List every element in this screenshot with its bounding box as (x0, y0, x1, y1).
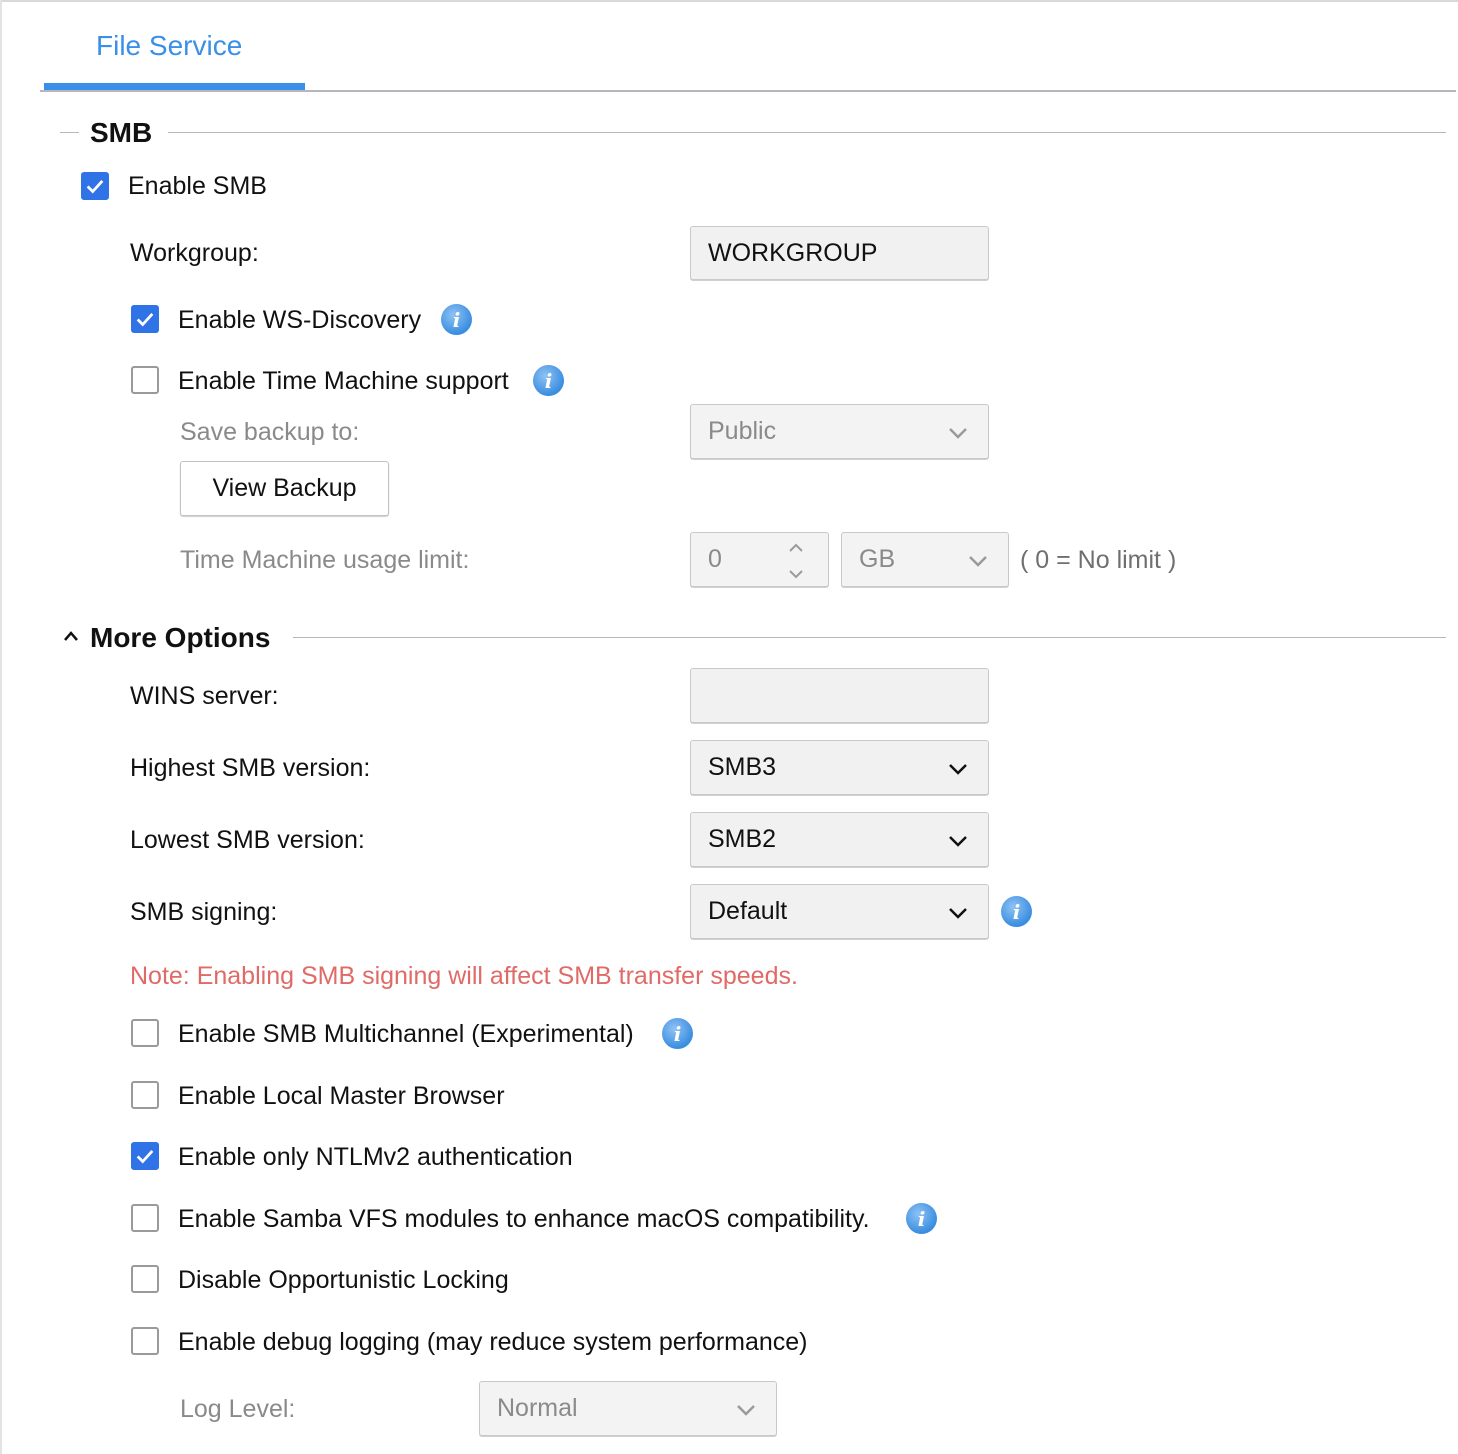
ntlmv2-label: Enable only NTLMv2 authentication (178, 1143, 573, 1171)
spinner-up-icon[interactable] (788, 543, 804, 553)
tab-file-service[interactable]: File Service (96, 30, 242, 62)
smb-multichannel-checkbox[interactable] (131, 1019, 159, 1047)
local-master-browser-checkbox[interactable] (131, 1081, 159, 1109)
lowest-smb-label: Lowest SMB version: (130, 826, 365, 854)
chevron-up-icon[interactable] (63, 630, 79, 642)
usage-limit-label: Time Machine usage limit: (180, 546, 470, 574)
enable-smb-checkbox[interactable] (81, 172, 109, 200)
ws-discovery-label: Enable WS-Discovery (178, 306, 422, 334)
tab-divider (40, 90, 1456, 92)
info-icon[interactable]: i (441, 304, 472, 335)
save-backup-label: Save backup to: (180, 418, 360, 446)
workgroup-label: Workgroup: (130, 239, 259, 267)
ws-discovery-checkbox[interactable] (131, 305, 159, 333)
section-rule-right (293, 637, 1446, 638)
local-master-browser-label: Enable Local Master Browser (178, 1082, 505, 1110)
opportunistic-locking-checkbox[interactable] (131, 1265, 159, 1293)
debug-logging-label: Enable debug logging (may reduce system … (178, 1328, 808, 1356)
opportunistic-locking-label: Disable Opportunistic Locking (178, 1266, 509, 1294)
info-icon[interactable]: i (533, 365, 564, 396)
samba-vfs-checkbox[interactable] (131, 1204, 159, 1232)
info-icon[interactable]: i (906, 1203, 937, 1234)
section-rule-right (168, 132, 1446, 133)
smb-section-title: SMB (90, 117, 153, 148)
view-backup-button[interactable]: View Backup (180, 461, 389, 516)
chevron-down-icon (949, 763, 967, 775)
usage-unit-value: GB (859, 545, 896, 573)
log-level-select[interactable]: Normal (479, 1381, 777, 1436)
checkmark-icon (136, 1150, 154, 1164)
save-backup-value: Public (708, 417, 777, 445)
highest-smb-label: Highest SMB version: (130, 754, 371, 782)
ntlmv2-checkbox[interactable] (131, 1142, 159, 1170)
checkmark-icon (136, 313, 154, 327)
time-machine-checkbox[interactable] (131, 366, 159, 394)
smb-signing-select[interactable]: Default (690, 884, 989, 939)
highest-smb-value: SMB3 (708, 753, 777, 781)
time-machine-label: Enable Time Machine support (178, 367, 509, 395)
highest-smb-select[interactable]: SMB3 (690, 740, 989, 795)
info-icon[interactable]: i (1001, 896, 1032, 927)
usage-limit-value: 0 (708, 545, 722, 573)
log-level-label: Log Level: (180, 1395, 296, 1423)
usage-limit-stepper[interactable]: 0 (690, 532, 829, 587)
samba-vfs-label: Enable Samba VFS modules to enhance macO… (178, 1205, 870, 1233)
section-rule-left (60, 132, 79, 133)
usage-unit-select[interactable]: GB (841, 532, 1009, 587)
chevron-down-icon (949, 907, 967, 919)
chevron-down-icon (949, 835, 967, 847)
smb-signing-label: SMB signing: (130, 898, 278, 926)
log-level-value: Normal (497, 1394, 578, 1422)
chevron-down-icon (969, 555, 987, 567)
checkmark-icon (86, 180, 104, 194)
save-backup-select[interactable]: Public (690, 404, 989, 459)
smb-signing-value: Default (708, 897, 788, 925)
lowest-smb-value: SMB2 (708, 825, 777, 853)
chevron-down-icon (949, 427, 967, 439)
lowest-smb-select[interactable]: SMB2 (690, 812, 989, 867)
spinner-down-icon[interactable] (788, 569, 804, 579)
chevron-down-icon (737, 1404, 755, 1416)
smb-multichannel-label: Enable SMB Multichannel (Experimental) (178, 1020, 634, 1048)
info-icon[interactable]: i (662, 1018, 693, 1049)
wins-server-input[interactable] (690, 668, 989, 723)
workgroup-input[interactable]: WORKGROUP (690, 226, 989, 280)
enable-smb-label: Enable SMB (128, 172, 267, 200)
more-options-title[interactable]: More Options (90, 622, 270, 654)
debug-logging-checkbox[interactable] (131, 1327, 159, 1355)
smb-signing-note: Note: Enabling SMB signing will affect S… (130, 962, 798, 990)
usage-limit-hint: ( 0 = No limit ) (1020, 546, 1177, 574)
wins-server-label: WINS server: (130, 682, 279, 710)
